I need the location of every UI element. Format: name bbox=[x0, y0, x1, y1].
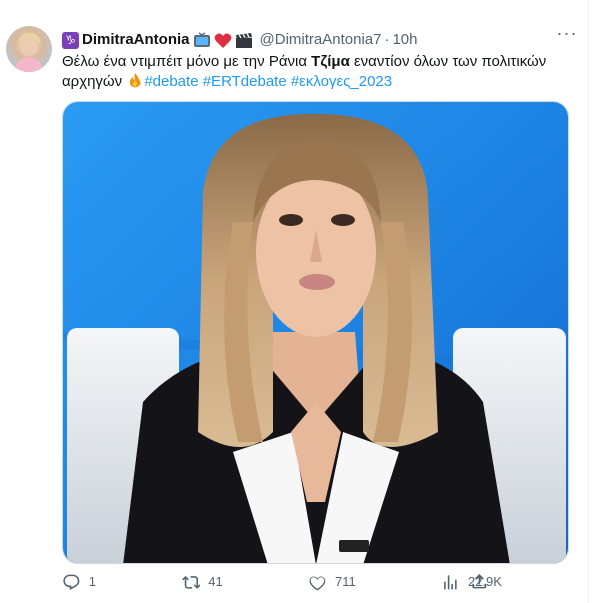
tweet-card[interactable]: ♑ DimitraAntonia @DimitraAntonia7 · 10h … bbox=[0, 0, 589, 603]
timestamp[interactable]: 10h bbox=[392, 30, 417, 50]
tweet-header: ♑ DimitraAntonia @DimitraAntonia7 · 10h bbox=[62, 30, 418, 50]
red-heart-icon bbox=[214, 32, 232, 49]
tv-icon bbox=[193, 31, 211, 49]
tweet-text: Θέλω ένα ντιμπέιτ μόνο με την Ράνια Τζίμ… bbox=[62, 52, 572, 92]
fire-icon bbox=[128, 72, 142, 88]
more-options-icon[interactable]: ··· bbox=[554, 24, 580, 50]
share-button[interactable] bbox=[470, 572, 489, 591]
tweet-text-part1: Θέλω ένα ντιμπέιτ μόνο με την Ράνια bbox=[62, 53, 312, 70]
share-icon bbox=[472, 574, 487, 589]
reply-button[interactable]: 1 bbox=[62, 572, 96, 592]
tweet-text-bold: Τζίμα bbox=[311, 53, 350, 70]
avatar[interactable] bbox=[6, 26, 52, 72]
user-handle[interactable]: @DimitraAntonia7 bbox=[260, 30, 382, 50]
views-chart-icon bbox=[444, 574, 457, 590]
tweet-actions: 1 41 711 22.9K bbox=[62, 572, 502, 592]
reply-count: 1 bbox=[88, 574, 96, 589]
like-count: 711 bbox=[334, 574, 356, 589]
capricorn-icon: ♑ bbox=[62, 31, 79, 49]
separator-dot: · bbox=[384, 31, 390, 48]
like-button[interactable]: 711 bbox=[308, 572, 356, 592]
heart-icon bbox=[309, 576, 326, 591]
retweet-count: 41 bbox=[208, 574, 223, 589]
retweet-icon bbox=[181, 575, 201, 589]
hashtag-debate[interactable]: #debate bbox=[144, 73, 198, 90]
reply-icon bbox=[63, 574, 80, 590]
tweet-media-photo[interactable] bbox=[62, 101, 569, 564]
retweet-button[interactable]: 41 bbox=[181, 572, 223, 592]
hashtag-ekloges-2023[interactable]: #εκλογες_2023 bbox=[291, 73, 392, 90]
clapper-board-icon bbox=[235, 32, 253, 49]
display-name[interactable]: DimitraAntonia bbox=[82, 30, 190, 50]
hashtag-ertdebate[interactable]: #ERTdebate bbox=[203, 73, 287, 90]
